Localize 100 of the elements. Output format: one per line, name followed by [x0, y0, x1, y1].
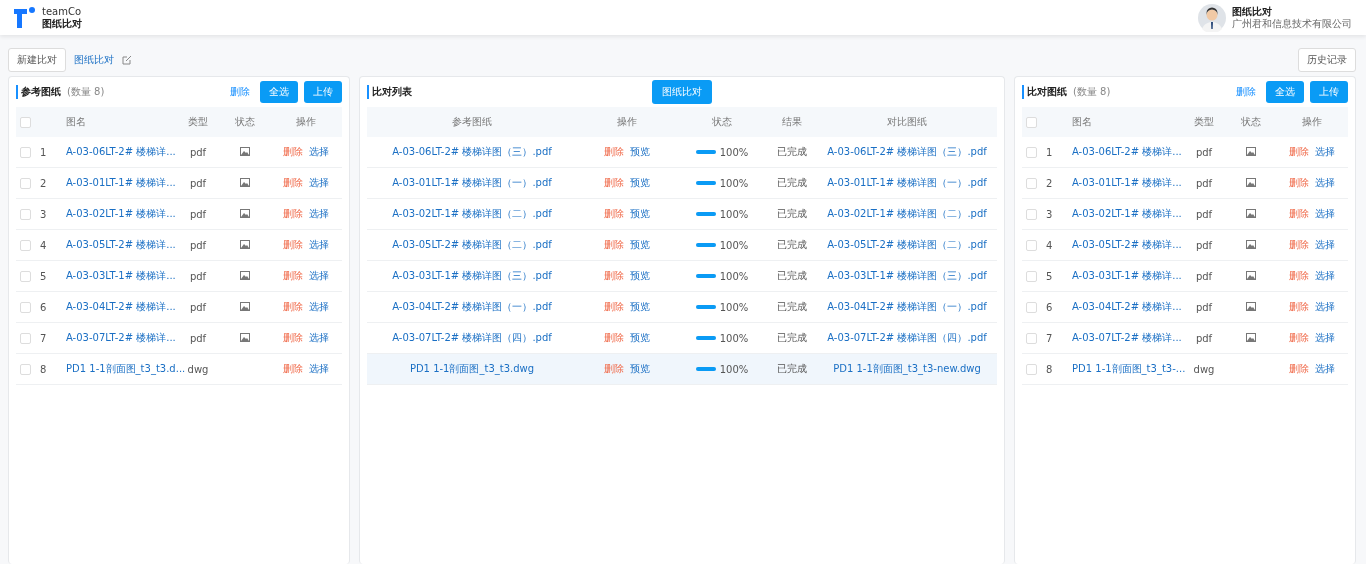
select-link[interactable]: 选择: [309, 331, 329, 345]
file-name-link[interactable]: A-03-01LT-1# 楼梯详...: [66, 176, 176, 190]
file-name-link[interactable]: A-03-04LT-2# 楼梯详...: [66, 300, 176, 314]
delete-link[interactable]: 删除: [230, 85, 250, 99]
file-name-link[interactable]: A-03-03LT-1# 楼梯详...: [1072, 269, 1182, 283]
file-name-link[interactable]: A-03-05LT-2# 楼梯详...: [1072, 238, 1182, 252]
reference-file-link[interactable]: A-03-04LT-2# 楼梯详图（一）.pdf: [392, 300, 552, 314]
preview-link[interactable]: 预览: [630, 145, 650, 159]
edit-icon[interactable]: [122, 55, 132, 65]
history-button[interactable]: 历史记录: [1298, 48, 1356, 72]
select-link[interactable]: 选择: [309, 207, 329, 221]
preview-link[interactable]: 预览: [630, 238, 650, 252]
reference-file-link[interactable]: A-03-01LT-1# 楼梯详图（一）.pdf: [392, 176, 552, 190]
target-file-link[interactable]: A-03-04LT-2# 楼梯详图（一）.pdf: [827, 300, 987, 314]
checkbox[interactable]: [20, 363, 31, 375]
reference-file-link[interactable]: A-03-06LT-2# 楼梯详图（三）.pdf: [392, 145, 552, 159]
checkbox[interactable]: [1026, 301, 1037, 313]
preview-link[interactable]: 预览: [630, 362, 650, 376]
reference-file-link[interactable]: A-03-03LT-1# 楼梯详图（三）.pdf: [392, 269, 552, 283]
comparison-title-link[interactable]: 图纸比对: [74, 53, 114, 67]
delete-link[interactable]: 删除: [283, 269, 303, 283]
delete-link[interactable]: 删除: [1289, 207, 1309, 221]
delete-link[interactable]: 删除: [283, 207, 303, 221]
delete-link[interactable]: 删除: [283, 331, 303, 345]
delete-link[interactable]: 删除: [1289, 331, 1309, 345]
compare-button[interactable]: 图纸比对: [652, 80, 712, 104]
target-file-link[interactable]: A-03-02LT-1# 楼梯详图（二）.pdf: [827, 207, 987, 221]
select-link[interactable]: 选择: [309, 362, 329, 376]
delete-link[interactable]: 删除: [1289, 362, 1309, 376]
checkbox[interactable]: [20, 332, 31, 344]
file-name-link[interactable]: A-03-03LT-1# 楼梯详...: [66, 269, 176, 283]
delete-link[interactable]: 删除: [604, 207, 624, 221]
preview-link[interactable]: 预览: [630, 300, 650, 314]
reference-file-link[interactable]: A-03-02LT-1# 楼梯详图（二）.pdf: [392, 207, 552, 221]
preview-link[interactable]: 预览: [630, 207, 650, 221]
select-link[interactable]: 选择: [309, 300, 329, 314]
file-name-link[interactable]: A-03-04LT-2# 楼梯详...: [1072, 300, 1182, 314]
delete-link[interactable]: 删除: [1289, 145, 1309, 159]
file-name-link[interactable]: A-03-02LT-1# 楼梯详...: [1072, 207, 1182, 221]
file-name-link[interactable]: PD1 1-1剖面图_t3_t3.d...: [66, 362, 186, 376]
delete-link[interactable]: 删除: [283, 300, 303, 314]
delete-link[interactable]: 删除: [604, 269, 624, 283]
file-name-link[interactable]: A-03-06LT-2# 楼梯详...: [66, 145, 176, 159]
target-file-link[interactable]: A-03-05LT-2# 楼梯详图（二）.pdf: [827, 238, 987, 252]
target-file-link[interactable]: PD1 1-1剖面图_t3_t3-new.dwg: [833, 362, 981, 376]
checkbox[interactable]: [1026, 270, 1037, 282]
select-link[interactable]: 选择: [309, 269, 329, 283]
checkbox[interactable]: [1026, 146, 1037, 158]
select-link[interactable]: 选择: [1315, 300, 1335, 314]
checkbox[interactable]: [20, 146, 31, 158]
checkbox[interactable]: [20, 177, 31, 189]
preview-link[interactable]: 预览: [630, 269, 650, 283]
upload-button[interactable]: 上传: [1310, 81, 1348, 103]
target-file-link[interactable]: A-03-01LT-1# 楼梯详图（一）.pdf: [827, 176, 987, 190]
delete-link[interactable]: 删除: [1289, 269, 1309, 283]
select-link[interactable]: 选择: [1315, 269, 1335, 283]
checkbox[interactable]: [20, 270, 31, 282]
upload-button[interactable]: 上传: [304, 81, 342, 103]
reference-file-link[interactable]: A-03-07LT-2# 楼梯详图（四）.pdf: [392, 331, 552, 345]
target-file-link[interactable]: A-03-03LT-1# 楼梯详图（三）.pdf: [827, 269, 987, 283]
delete-link[interactable]: 删除: [1289, 238, 1309, 252]
checkbox[interactable]: [1026, 208, 1037, 220]
checkbox[interactable]: [1026, 177, 1037, 189]
preview-link[interactable]: 预览: [630, 176, 650, 190]
file-name-link[interactable]: A-03-06LT-2# 楼梯详...: [1072, 145, 1182, 159]
checkbox[interactable]: [20, 208, 31, 220]
delete-link[interactable]: 删除: [1236, 85, 1256, 99]
file-name-link[interactable]: PD1 1-1剖面图_t3_t3-...: [1072, 362, 1186, 376]
checkbox[interactable]: [1026, 332, 1037, 344]
checkbox[interactable]: [1026, 363, 1037, 375]
checkbox[interactable]: [20, 301, 31, 313]
file-name-link[interactable]: A-03-01LT-1# 楼梯详...: [1072, 176, 1182, 190]
delete-link[interactable]: 删除: [1289, 176, 1309, 190]
select-link[interactable]: 选择: [1315, 176, 1335, 190]
checkbox[interactable]: [20, 239, 31, 251]
delete-link[interactable]: 删除: [283, 176, 303, 190]
target-file-link[interactable]: A-03-06LT-2# 楼梯详图（三）.pdf: [827, 145, 987, 159]
delete-link[interactable]: 删除: [604, 331, 624, 345]
select-link[interactable]: 选择: [1315, 238, 1335, 252]
select-link[interactable]: 选择: [309, 145, 329, 159]
preview-link[interactable]: 预览: [630, 331, 650, 345]
select-all-button[interactable]: 全选: [260, 81, 298, 103]
delete-link[interactable]: 删除: [283, 362, 303, 376]
delete-link[interactable]: 删除: [1289, 300, 1309, 314]
select-link[interactable]: 选择: [1315, 331, 1335, 345]
checkbox[interactable]: [20, 116, 31, 128]
reference-file-link[interactable]: A-03-05LT-2# 楼梯详图（二）.pdf: [392, 238, 552, 252]
delete-link[interactable]: 删除: [604, 300, 624, 314]
file-name-link[interactable]: A-03-05LT-2# 楼梯详...: [66, 238, 176, 252]
delete-link[interactable]: 删除: [604, 238, 624, 252]
file-name-link[interactable]: A-03-07LT-2# 楼梯详...: [66, 331, 176, 345]
file-name-link[interactable]: A-03-02LT-1# 楼梯详...: [66, 207, 176, 221]
new-comparison-button[interactable]: 新建比对: [8, 48, 66, 72]
select-link[interactable]: 选择: [1315, 207, 1335, 221]
reference-file-link[interactable]: PD1 1-1剖面图_t3_t3.dwg: [409, 362, 535, 376]
delete-link[interactable]: 删除: [604, 145, 624, 159]
target-file-link[interactable]: A-03-07LT-2# 楼梯详图（四）.pdf: [827, 331, 987, 345]
select-all-button[interactable]: 全选: [1266, 81, 1304, 103]
delete-link[interactable]: 删除: [604, 176, 624, 190]
select-link[interactable]: 选择: [1315, 145, 1335, 159]
